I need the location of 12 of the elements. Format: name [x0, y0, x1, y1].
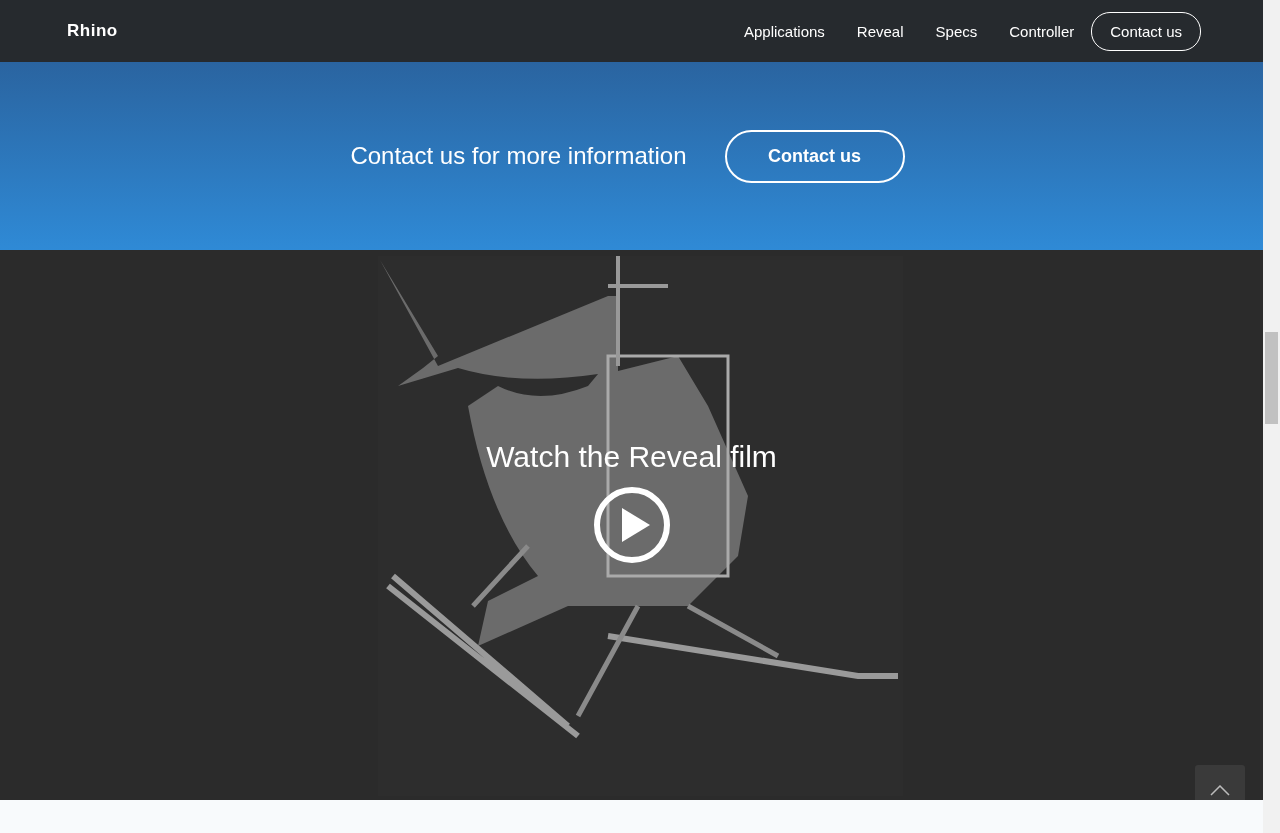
nav-link[interactable]: Controller [993, 14, 1091, 48]
site-logo[interactable]: Rhino [67, 21, 118, 41]
contact-button[interactable]: Contact us [1091, 11, 1201, 51]
play-icon[interactable] [592, 486, 671, 564]
back-to-top-button[interactable] [1195, 765, 1245, 800]
video-title: Watch the Reveal film [486, 440, 777, 474]
chevron-up-icon [1210, 784, 1230, 796]
cta-text: Contact us for more information [350, 142, 687, 170]
nav-link[interactable]: Specs [919, 14, 994, 48]
nav-link[interactable]: Applications [727, 14, 841, 48]
nav-link[interactable]: Reveal [840, 14, 920, 48]
contact-button[interactable]: Contact us [724, 129, 905, 183]
